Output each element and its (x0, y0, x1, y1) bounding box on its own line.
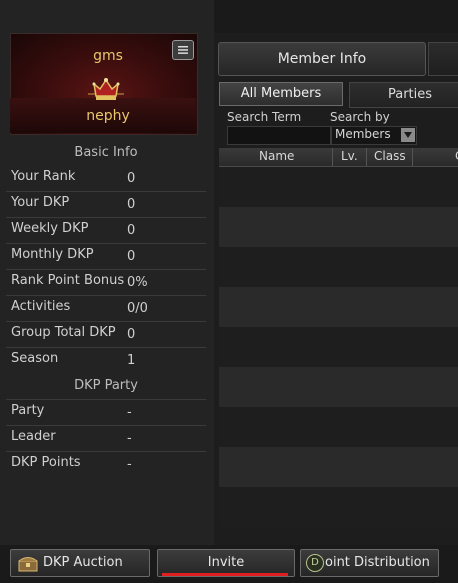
invite-highlight-underline (162, 573, 288, 576)
info-value: 0 (127, 223, 136, 238)
info-value: 0% (127, 275, 148, 290)
dkp-party-header: DKP Party (74, 378, 138, 393)
dkp-auction-label: DKP Auction (43, 555, 123, 570)
info-row-your-rank: Your Rank 0 (6, 166, 206, 192)
info-value: 0 (127, 249, 136, 264)
auction-chest-icon (17, 553, 39, 573)
basic-info-section: Basic Info Your Rank 0 Your DKP 0 Weekly… (6, 140, 206, 477)
info-label: Party (11, 403, 45, 418)
column-header-level[interactable]: Lv. (341, 149, 358, 163)
info-row-season: Season 1 (6, 348, 206, 373)
column-header-class[interactable]: Class (374, 149, 406, 163)
info-label: DKP Points (11, 455, 81, 470)
info-value: 0 (127, 327, 136, 342)
column-divider (366, 148, 367, 166)
basic-info-header: Basic Info (74, 145, 138, 160)
info-row-dkp-points: DKP Points - (6, 452, 206, 477)
member-list (219, 167, 458, 527)
info-row-monthly-dkp: Monthly DKP 0 (6, 244, 206, 270)
member-list-header: Name Lv. Class C (219, 148, 458, 167)
chevron-down-icon[interactable] (401, 128, 415, 142)
list-row (219, 247, 458, 287)
info-row-your-dkp: Your DKP 0 (6, 192, 206, 218)
list-row (219, 287, 458, 327)
search-by-value: Members (335, 127, 391, 141)
info-value: - (127, 431, 132, 446)
info-label: Leader (11, 429, 56, 444)
info-row-group-total-dkp: Group Total DKP 0 (6, 322, 206, 348)
info-row-activities: Activities 0/0 (6, 296, 206, 322)
search-input[interactable] (227, 126, 331, 145)
list-row (219, 367, 458, 407)
info-row-rank-point-bonus: Rank Point Bonus 0% (6, 270, 206, 296)
info-row-party: Party - (6, 399, 206, 426)
subtab-all-members[interactable]: All Members (219, 82, 343, 106)
info-value: - (127, 457, 132, 472)
list-row (219, 327, 458, 367)
player-name: nephy (86, 108, 130, 124)
column-divider (332, 148, 333, 166)
menu-icon[interactable] (172, 40, 194, 60)
crown-icon (88, 76, 124, 104)
info-label: Your DKP (11, 195, 70, 210)
info-label: Activities (11, 299, 71, 314)
search-term-label: Search Term (227, 110, 302, 124)
info-label: Weekly DKP (11, 221, 89, 236)
tab-member-info[interactable]: Member Info (218, 42, 426, 76)
info-value: 0 (127, 171, 136, 186)
info-label: Season (11, 351, 59, 366)
column-header-name[interactable]: Name (259, 149, 294, 163)
search-by-select[interactable]: Members (331, 126, 417, 145)
list-row (219, 407, 458, 447)
info-row-weekly-dkp: Weekly DKP 0 (6, 218, 206, 244)
list-row (219, 207, 458, 247)
info-label: Your Rank (11, 169, 76, 184)
subtab-parties[interactable]: Parties (349, 82, 458, 108)
info-value: - (127, 405, 132, 420)
list-row (219, 167, 458, 207)
search-by-label: Search by (330, 110, 390, 124)
point-distribution-label: oint Distribution (325, 555, 430, 570)
info-label: Group Total DKP (11, 325, 116, 340)
point-distribution-button[interactable]: D oint Distribution (300, 549, 439, 577)
list-row (219, 487, 458, 527)
column-divider (412, 148, 413, 166)
info-label: Monthly DKP (11, 247, 94, 262)
info-value: 1 (127, 353, 136, 368)
dkp-coin-icon: D (306, 554, 324, 572)
info-label: Rank Point Bonus (11, 273, 125, 288)
info-row-leader: Leader - (6, 426, 206, 452)
tab-next[interactable] (428, 42, 458, 76)
info-value: 0/0 (127, 301, 148, 316)
info-value: 0 (127, 197, 136, 212)
dkp-auction-button[interactable]: DKP Auction (10, 549, 150, 577)
list-row (219, 447, 458, 487)
